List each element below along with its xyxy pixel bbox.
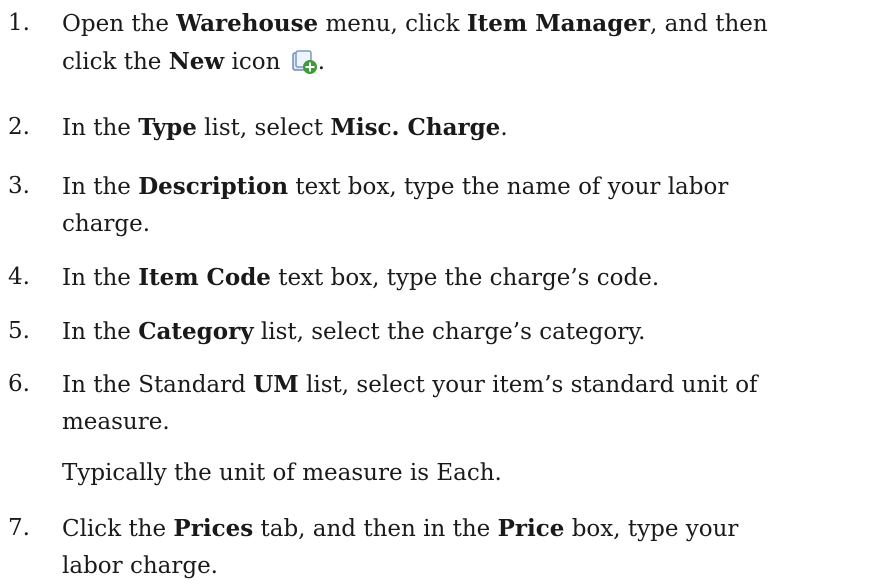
step-text-run: measure. [62,409,170,435]
bold-term: Misc. Charge [330,114,501,141]
step-text-run: Open the [62,11,177,37]
bold-term: New [168,48,225,75]
step-text-run: In the [62,319,139,345]
bold-term: Category [138,318,254,345]
step-6-note: Typically the unit of measure is Each. [62,460,502,486]
step-line: Click the Prices tab, and then in the Pr… [62,510,882,548]
step-text: In the Type list, select Misc. Charge. [62,109,882,147]
step-text-run: list, select [196,115,331,141]
bold-term: Price [497,515,565,542]
step-text: Click the Prices tab, and then in the Pr… [62,510,882,585]
step-text-run: text box, type the name of your labor [288,174,729,200]
step-text-run: . [500,115,508,141]
step-line: Open the Warehouse menu, click Item Mana… [62,5,882,43]
step-line: charge. [62,206,882,243]
step-text-run: click the [62,49,169,75]
step-text-run: tab, and then in the [253,516,498,542]
step-line: In the Category list, select the charge’… [62,313,882,351]
step-number: 7. [8,515,30,541]
bold-term: Item Manager [466,10,651,37]
bold-term: Description [138,173,289,200]
step-text-run: list, select the charge’s category. [253,319,646,345]
step-text: In the Description text box, type the na… [62,168,882,243]
step-text-run: text box, type the charge’s code. [270,265,660,291]
step-line: In the Standard UM list, select your ite… [62,366,882,404]
step-number: 3. [8,173,30,199]
bold-term: Type [138,114,197,141]
step-text-run: , and then [650,11,768,37]
step-text-run: box, type your [564,516,739,542]
step-text: Open the Warehouse menu, click Item Mana… [62,5,882,81]
step-line: labor charge. [62,548,882,585]
step-number: 4. [8,264,30,290]
step-text-run: charge. [62,211,151,237]
step-number: 6. [8,371,30,397]
step-line: measure. [62,404,882,441]
step-number: 1. [8,10,30,36]
step-number: 2. [8,114,30,140]
step-text: In the Category list, select the charge’… [62,313,882,351]
step-text-run: In the Standard [62,372,254,398]
bold-term: UM [253,371,299,398]
step-text-run: list, select your item’s standard unit o… [298,372,758,398]
step-text-run: Click the [62,516,174,542]
bold-term: Prices [173,515,254,542]
step-text: In the Item Code text box, type the char… [62,259,882,297]
step-line: In the Description text box, type the na… [62,168,882,206]
step-number: 5. [8,318,30,344]
step-text-run: . [317,49,326,75]
new-item-icon [291,50,317,74]
step-text-run: In the [62,115,139,141]
bold-term: Item Code [138,264,271,291]
step-line: In the Type list, select Misc. Charge. [62,109,882,147]
step-text: In the Standard UM list, select your ite… [62,366,882,441]
step-line: In the Item Code text box, type the char… [62,259,882,297]
step-text-run: menu, click [318,11,467,37]
step-text-run: icon [224,49,288,75]
instruction-document: 1. Open the Warehouse menu, click Item M… [0,0,890,579]
step-text-run: In the [62,174,139,200]
step-text-run: labor charge. [62,553,218,579]
step-line: click the New icon . [62,43,882,81]
bold-term: Warehouse [176,10,319,37]
step-text-run: In the [62,265,139,291]
